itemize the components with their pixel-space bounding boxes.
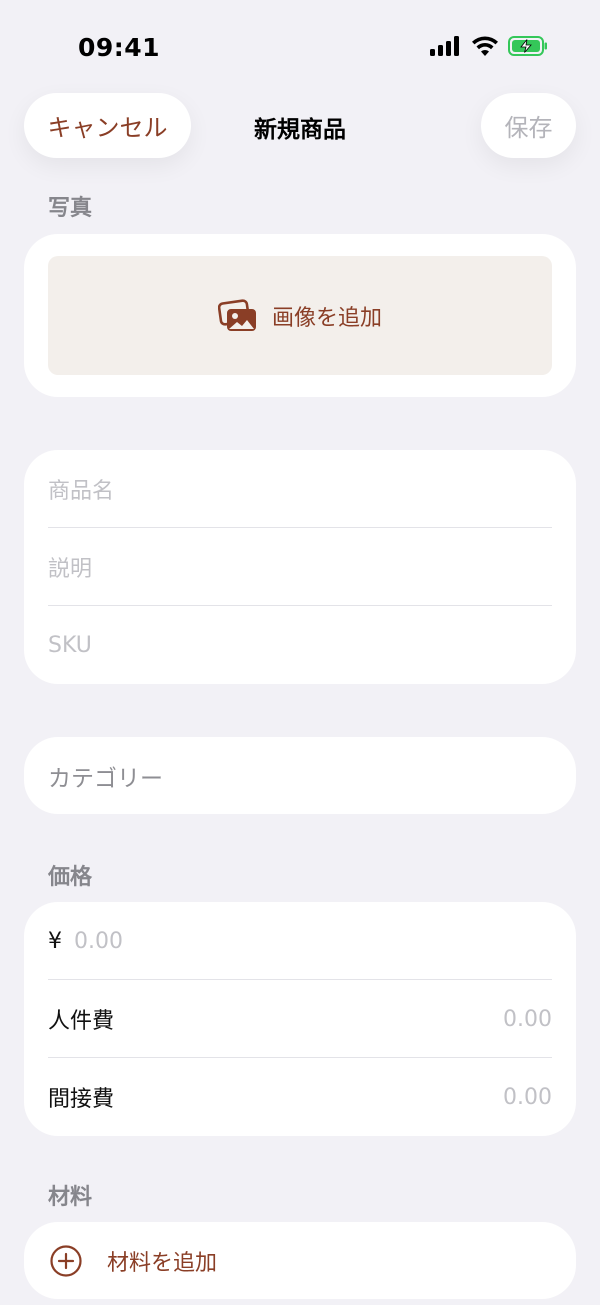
category-card: カテゴリー (24, 737, 576, 814)
materials-section-label: 材料 (48, 1185, 93, 1210)
add-image-label: 画像を追加 (271, 305, 382, 331)
currency-symbol: ¥ (48, 928, 62, 954)
overhead-cost-label: 間接費 (48, 1087, 115, 1112)
new-product-screen: 09:41 キャンセル 新規商品 保存 写真 画像を追加 商品名 説明 SKU … (0, 0, 600, 1305)
category-selector[interactable]: カテゴリー (48, 737, 552, 814)
price-input-placeholder: 0.00 (74, 928, 123, 954)
price-card: ¥ 0.00 人件費 0.00 間接費 0.00 (24, 902, 576, 1136)
price-field[interactable]: ¥ 0.00 (48, 902, 552, 980)
battery-charging-icon (508, 36, 547, 56)
status-icons (430, 36, 548, 56)
plus-circle-icon (50, 1244, 82, 1277)
details-card: 商品名 説明 SKU (24, 450, 576, 684)
photo-section-label: 写真 (48, 196, 93, 221)
add-material-label: 材料を追加 (107, 1250, 218, 1276)
sku-field[interactable]: SKU (48, 606, 552, 684)
photo-card: 画像を追加 (24, 234, 576, 397)
labor-cost-input[interactable]: 0.00 (503, 1007, 552, 1032)
labor-cost-row[interactable]: 人件費 0.00 (48, 980, 552, 1058)
overhead-cost-input[interactable]: 0.00 (503, 1085, 552, 1110)
labor-cost-label: 人件費 (48, 1009, 115, 1034)
photo-stack-icon (217, 298, 256, 331)
product-name-field[interactable]: 商品名 (48, 450, 552, 528)
cellular-signal-icon (430, 36, 459, 56)
wifi-icon (472, 36, 498, 56)
overhead-cost-row[interactable]: 間接費 0.00 (48, 1058, 552, 1136)
materials-card: 材料を追加 (24, 1222, 576, 1299)
price-section-label: 価格 (48, 865, 93, 890)
add-image-button[interactable]: 画像を追加 (48, 256, 552, 375)
status-time: 09:41 (78, 33, 161, 62)
save-button[interactable]: 保存 (481, 93, 576, 158)
add-material-button[interactable]: 材料を追加 (48, 1222, 552, 1299)
description-field[interactable]: 説明 (48, 528, 552, 606)
